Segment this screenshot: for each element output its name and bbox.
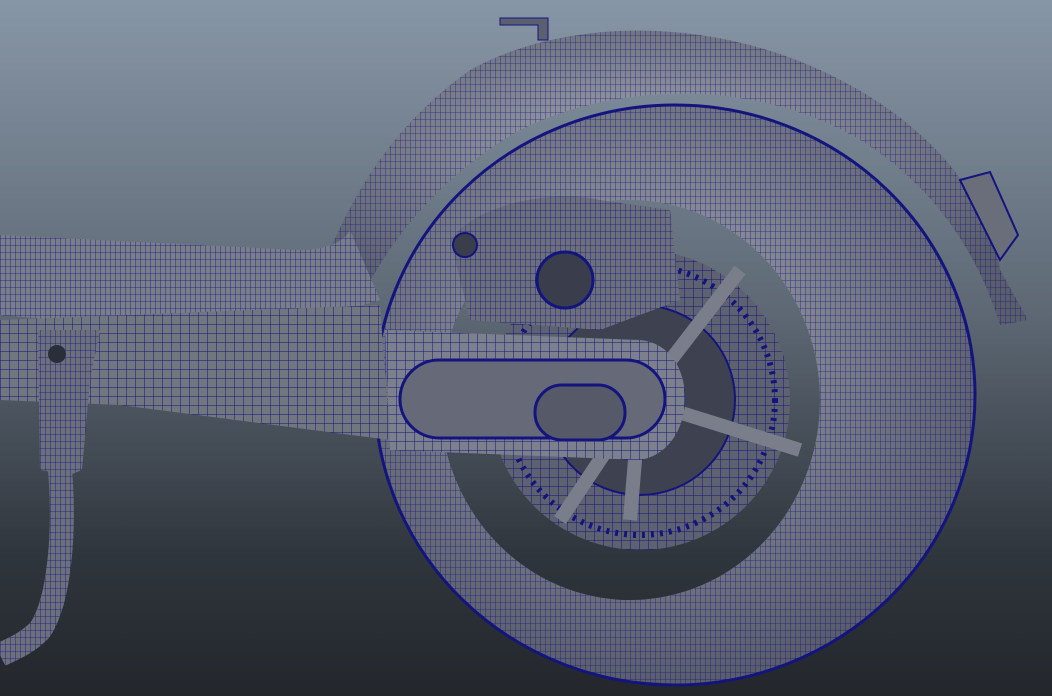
scooter-model [0, 17, 1028, 687]
swing-arm [385, 330, 685, 460]
fender-hook [499, 17, 549, 41]
brake-caliper [450, 196, 680, 330]
3d-viewport[interactable] [0, 0, 1052, 696]
